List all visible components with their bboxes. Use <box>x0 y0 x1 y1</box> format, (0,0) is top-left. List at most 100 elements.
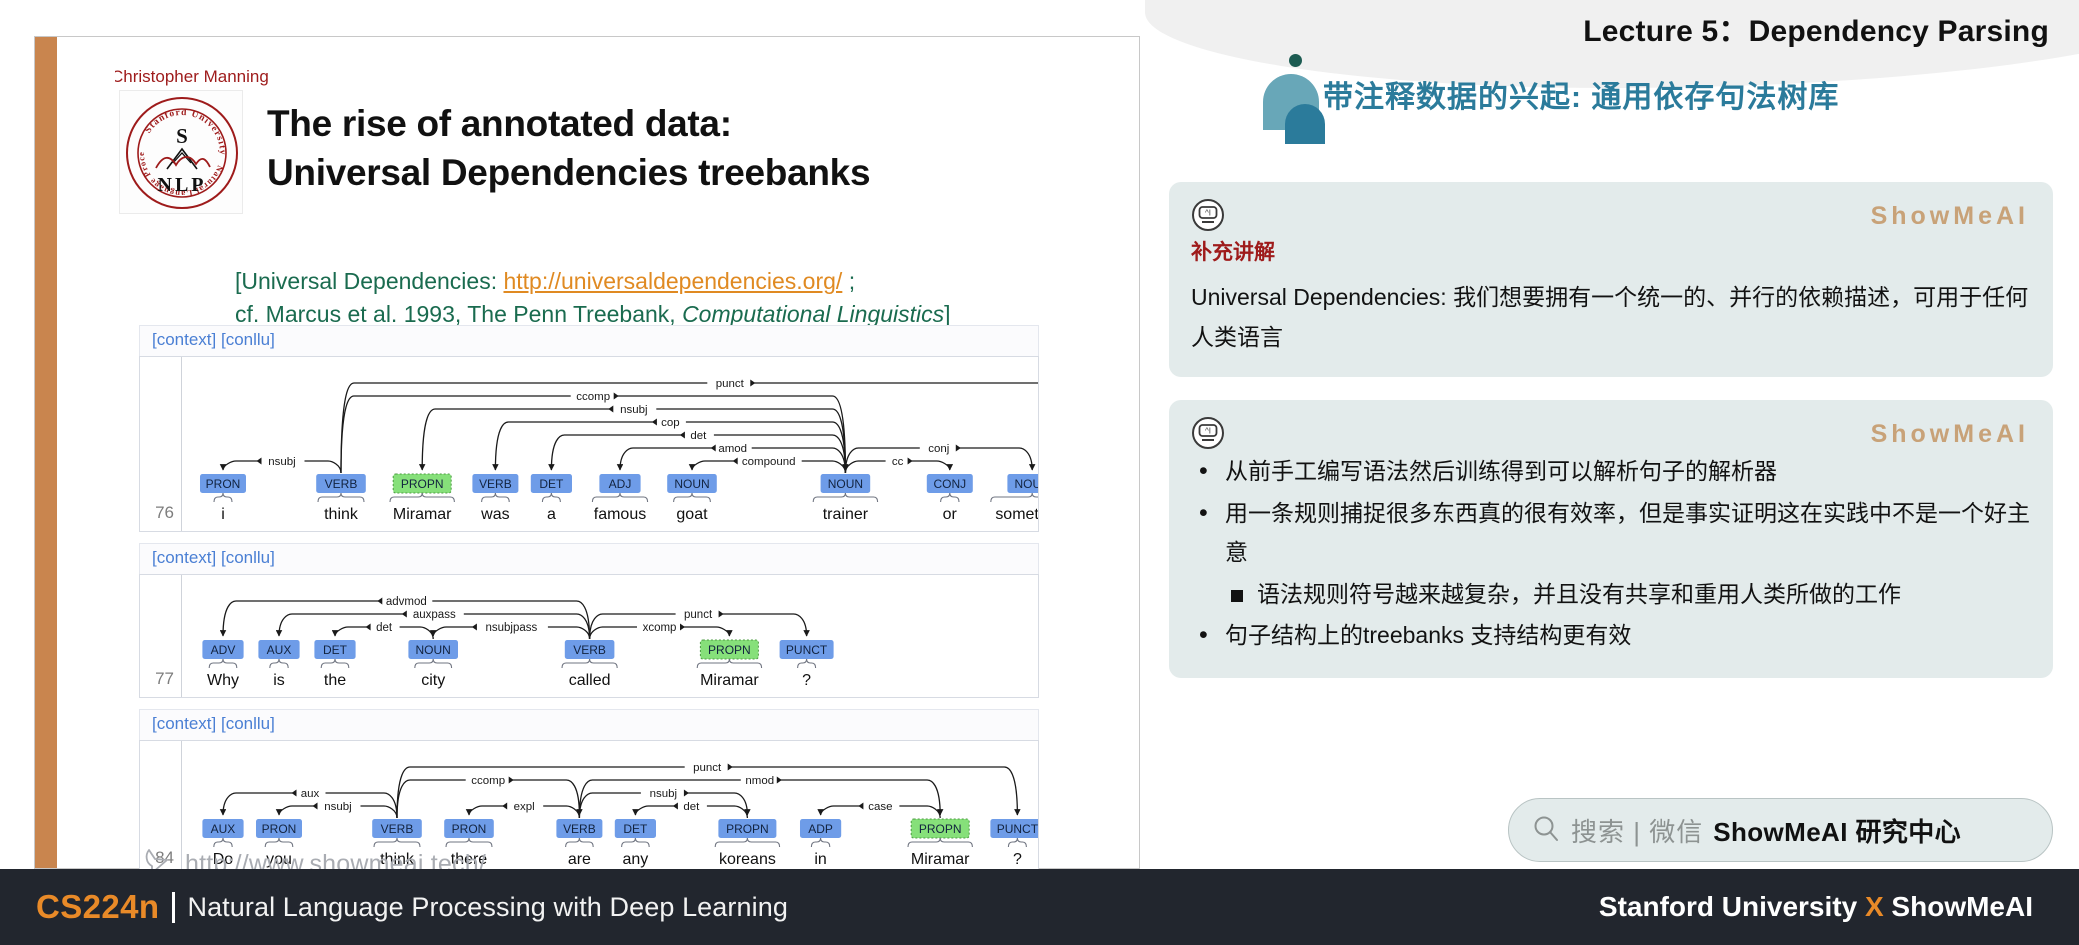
citation: [Universal Dependencies: http://universa… <box>235 265 1135 330</box>
token-word[interactable]: are <box>568 851 591 868</box>
token[interactable]: ADJ famous <box>591 473 649 523</box>
dependency-label: ccomp <box>471 775 505 787</box>
token[interactable]: VERB called <box>561 640 618 689</box>
token-word[interactable]: i <box>221 506 225 523</box>
token-brace <box>561 658 618 669</box>
token-word[interactable]: the <box>324 672 346 689</box>
decoration-quarter-circle-small <box>1285 104 1325 144</box>
token-brace <box>907 837 973 848</box>
parse-tree-block: [context] [conllu] 76 nsubj ccomp nsubj cop de… <box>139 325 1039 532</box>
robot-face-icon: ^I <box>1191 416 1225 455</box>
pos-tag-label: VERB <box>563 822 596 836</box>
list-item: 语法规则符号越来越复杂，并且没有共享和重用人类所做的工作 <box>1191 575 2031 615</box>
token-brace <box>714 837 781 848</box>
token-brace <box>389 492 455 503</box>
slide-accent-bar <box>35 37 57 868</box>
token[interactable]: PRON i <box>199 473 246 523</box>
pos-tag-label: PRON <box>206 477 241 491</box>
token-word[interactable]: ? <box>802 672 811 689</box>
note-card-bullets: ^I ShowMeAI 从前手工编写语法然后训练得到可以解析句子的解析器用一条规… <box>1169 400 2053 678</box>
context-conllu-links[interactable]: [context] [conllu] <box>139 709 1039 740</box>
token[interactable]: ADV Why <box>202 640 244 689</box>
token[interactable]: PROPN Miramar <box>696 639 763 689</box>
footer-divider <box>172 891 176 923</box>
context-conllu-links[interactable]: [context] [conllu] <box>139 325 1039 356</box>
search-placeholder: 搜索 | 微信 <box>1571 816 1704 847</box>
slide-title: The rise of annotated data: Universal De… <box>267 99 1047 197</box>
pos-tag-label: NOUN <box>828 477 863 491</box>
token-brace <box>990 492 1038 503</box>
dependency-label: auxpass <box>413 609 456 621</box>
token[interactable]: PROPN koreans <box>714 818 781 868</box>
svg-text:^I: ^I <box>1205 209 1211 218</box>
token-brace <box>320 658 350 669</box>
parse-tree-canvas: 76 nsubj ccomp nsubj cop det amod compound cc con… <box>139 356 1039 532</box>
pos-tag-label: DET <box>323 643 348 657</box>
token[interactable]: PUNCT? <box>990 819 1039 868</box>
pos-tag-label: PROPN <box>708 643 751 657</box>
token-brace <box>812 492 879 503</box>
token[interactable]: ADP in <box>799 818 842 868</box>
token[interactable]: VERB was <box>472 473 519 523</box>
token-word[interactable]: a <box>547 506 556 523</box>
pos-tag-label: ADP <box>808 822 833 836</box>
dependency-label: advmod <box>386 596 427 608</box>
svg-text:S: S <box>176 124 188 148</box>
token[interactable]: VERB are <box>556 818 603 868</box>
token[interactable]: NOUN trainer <box>812 473 879 523</box>
token-word[interactable]: is <box>273 672 285 689</box>
token[interactable]: DET a <box>530 473 572 523</box>
token-word[interactable]: famous <box>594 506 646 523</box>
citation-after-link: ; <box>842 268 856 294</box>
context-conllu-links[interactable]: [context] [conllu] <box>139 543 1039 574</box>
dependency-label: nsubj <box>620 404 647 416</box>
token-word[interactable]: was <box>480 506 509 523</box>
token[interactable]: DET the <box>314 640 356 689</box>
section-heading-cn: 带注释数据的兴起: 通用依存句法树库 <box>1323 81 1840 114</box>
decoration-dot-dark <box>1289 54 1302 67</box>
dependency-label: nsubjpass <box>486 622 538 634</box>
pos-tag-label: CONJ <box>933 477 966 491</box>
token-word[interactable]: any <box>623 851 649 868</box>
token-word[interactable]: ? <box>1013 851 1022 868</box>
search-box[interactable]: 搜索 | 微信 ShowMeAI 研究中心 <box>1508 798 2053 862</box>
pos-tag-label: NOUN <box>1015 477 1039 491</box>
dependency-label: cc <box>892 456 904 468</box>
pos-tag-label: PROPN <box>726 822 769 836</box>
token-word[interactable]: Miramar <box>393 506 452 523</box>
token-brace <box>621 837 650 848</box>
token-word[interactable]: called <box>569 672 611 689</box>
lecture-title: Lecture 5：Dependency Parsing <box>1583 15 2049 48</box>
token-word[interactable]: city <box>421 672 445 689</box>
token[interactable]: NOUN goat <box>667 473 717 523</box>
token-word[interactable]: koreans <box>719 851 776 868</box>
token[interactable]: NOUN something <box>990 474 1039 523</box>
token[interactable]: PROPN Miramar <box>389 473 455 523</box>
token-word[interactable]: think <box>324 506 359 523</box>
token-brace <box>565 837 594 848</box>
token-word[interactable]: trainer <box>823 506 869 523</box>
token-brace <box>264 837 294 848</box>
dependency-label: expl <box>514 801 535 813</box>
token[interactable]: CONJ or <box>926 473 973 523</box>
token-word[interactable]: Why <box>207 672 239 689</box>
sentence-number: 76 <box>140 357 182 531</box>
token[interactable]: PUNCT? <box>779 640 834 689</box>
svg-text:NLP: NLP <box>158 174 207 196</box>
token-word[interactable]: Miramar <box>700 672 759 689</box>
dependency-label: xcomp <box>643 622 677 634</box>
universal-dependencies-link[interactable]: http://universaldependencies.org/ <box>503 268 842 294</box>
dependency-label: punct <box>693 762 722 774</box>
token[interactable]: PROPN Miramar <box>907 818 973 868</box>
token-word[interactable]: goat <box>676 506 708 523</box>
token-word[interactable]: or <box>943 506 958 523</box>
token-word[interactable]: in <box>814 851 826 868</box>
token[interactable]: DET any <box>614 818 656 868</box>
token[interactable]: AUX is <box>258 640 300 689</box>
dependency-label: det <box>376 622 393 634</box>
token-word[interactable]: Miramar <box>911 851 970 868</box>
token[interactable]: VERB think <box>316 473 366 523</box>
token-word[interactable]: something <box>995 506 1039 523</box>
footer-x-mark: X <box>1864 891 1884 922</box>
token[interactable]: NOUN city <box>408 640 458 689</box>
